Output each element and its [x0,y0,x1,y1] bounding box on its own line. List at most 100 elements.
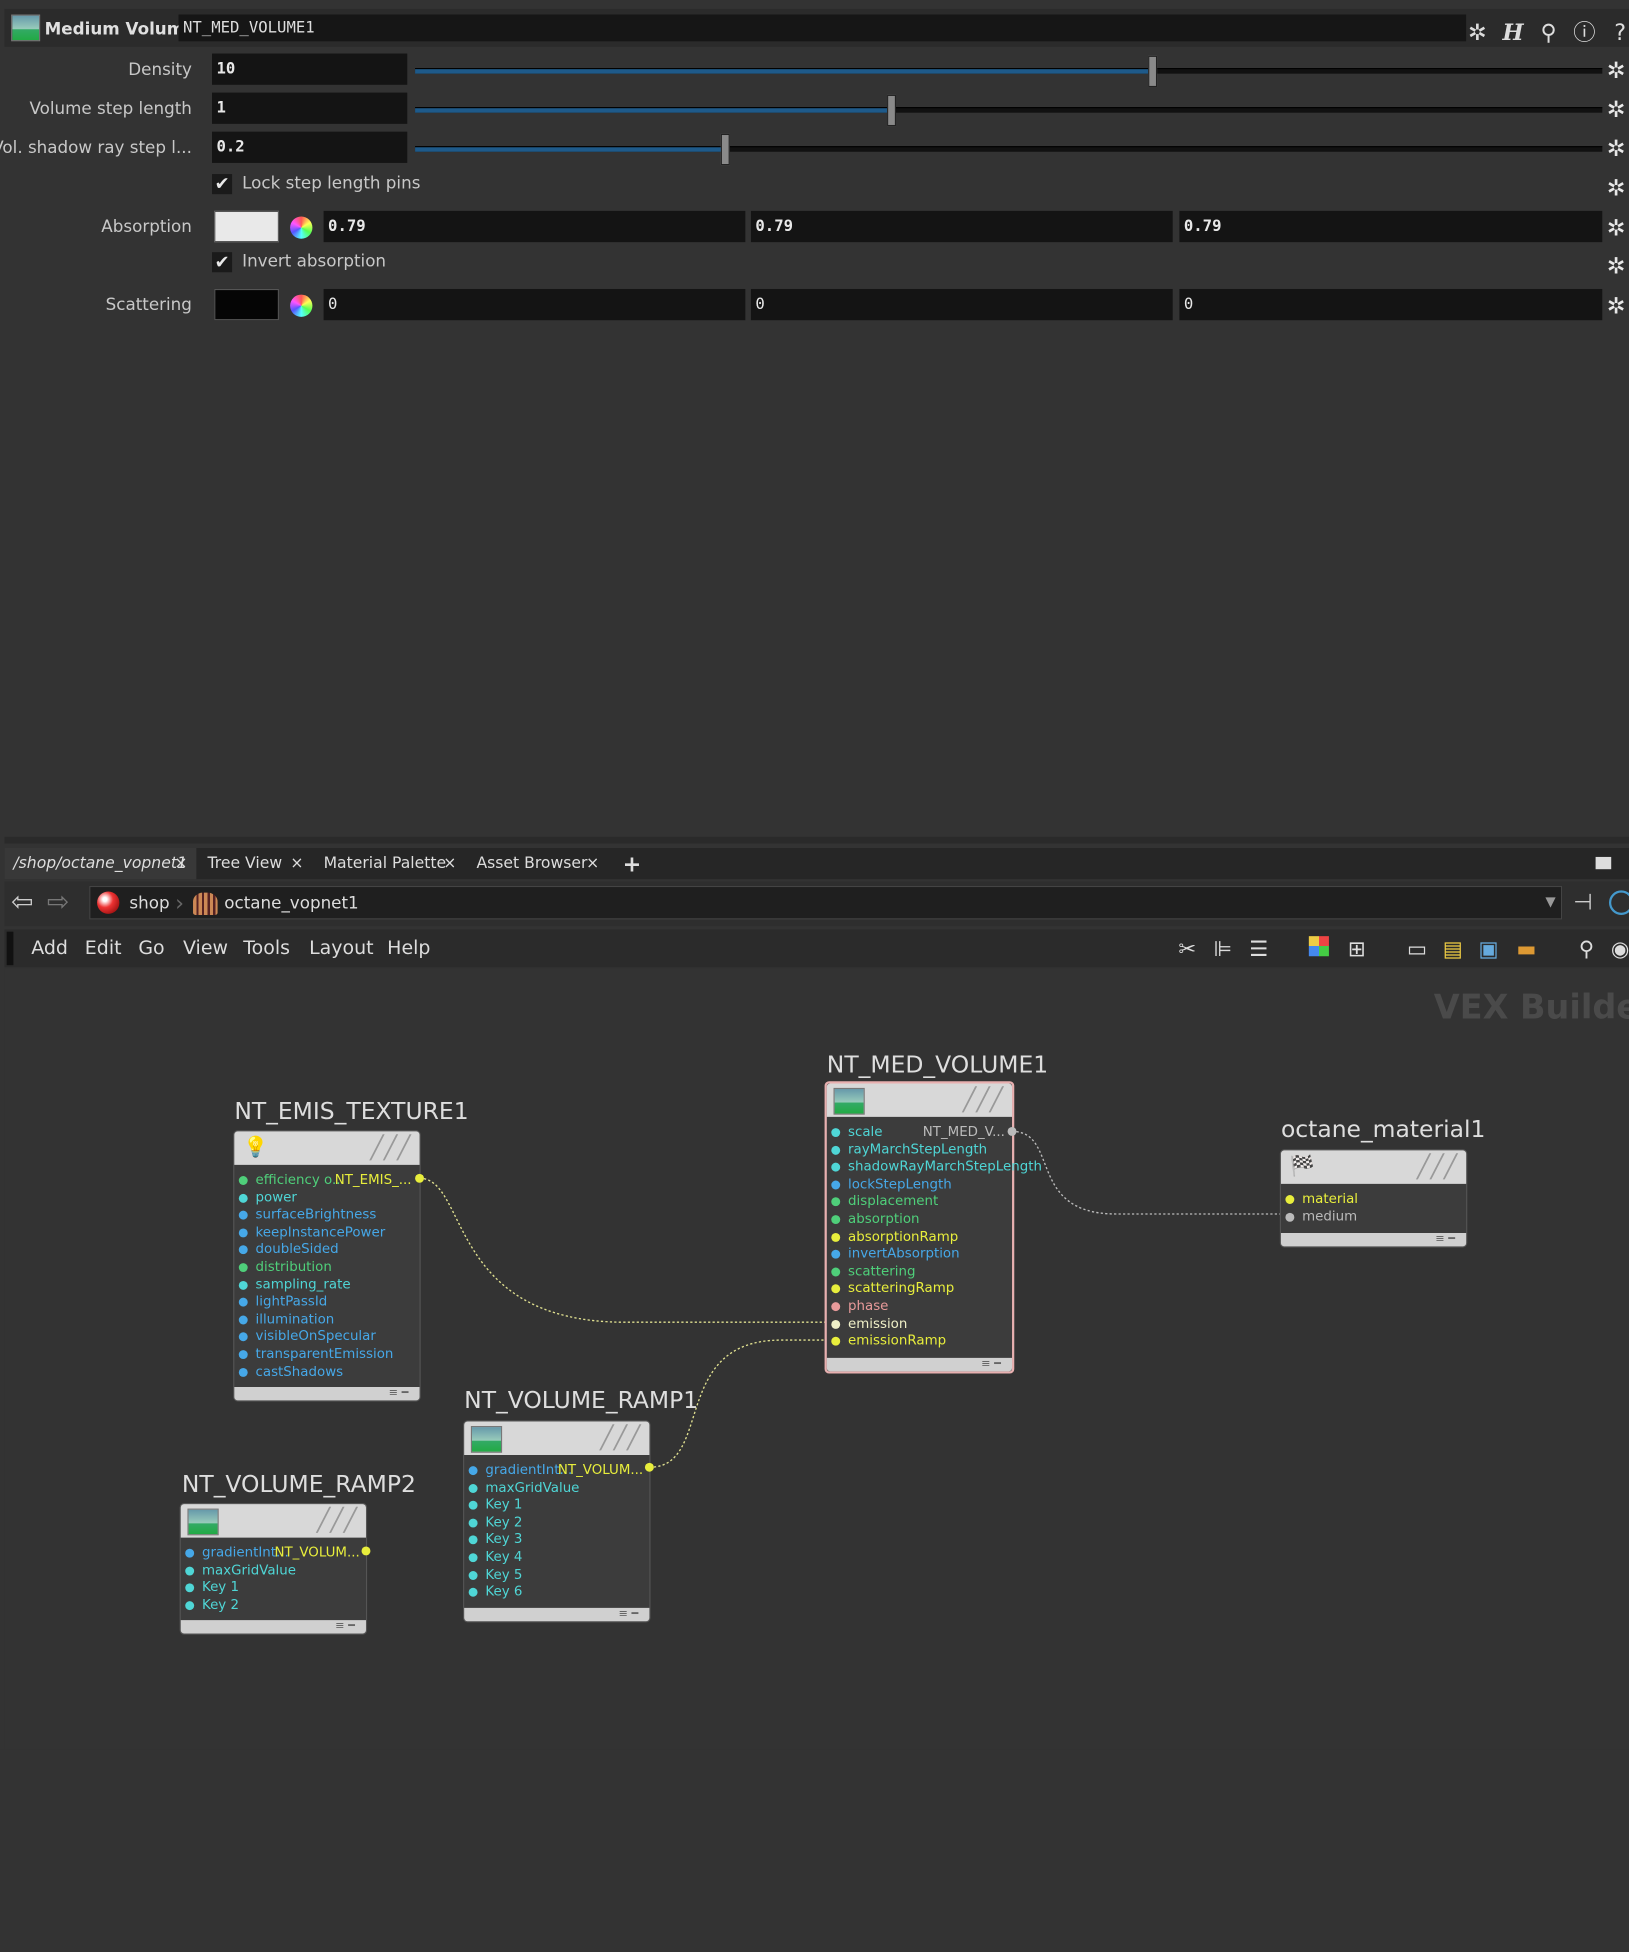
port-dot[interactable] [185,1548,195,1558]
step-length-slider[interactable] [415,94,1603,127]
network-box-icon[interactable]: ▭ [1404,936,1431,963]
output-port[interactable] [1007,1126,1017,1136]
search-icon[interactable]: ⚲ [1573,936,1600,963]
help-icon[interactable]: ? [1607,19,1629,46]
port-dot[interactable] [468,1553,478,1563]
shadow-step-field[interactable]: 0.2 [212,131,408,163]
color-palette-icon[interactable] [1305,936,1332,963]
input-port[interactable]: medium [1285,1208,1357,1225]
port-dot[interactable] [831,1145,841,1155]
port-dot[interactable] [468,1570,478,1580]
menu-add[interactable]: Add [31,937,68,959]
shadow-step-slider[interactable] [415,133,1603,166]
info-icon[interactable]: ⓘ [1571,19,1598,46]
scattering-g-field[interactable]: 0 [750,288,1173,321]
input-port[interactable]: absorption [831,1211,920,1228]
absorption-swatch[interactable] [214,210,279,243]
close-icon[interactable]: × [174,848,187,879]
input-port[interactable]: surfaceBrightness [238,1206,376,1223]
scattering-r-field[interactable]: 0 [323,288,746,321]
port-dot[interactable] [1285,1212,1295,1222]
node-footer[interactable]: ≡ ━ [826,1357,1013,1372]
absorption-b-field[interactable]: 0.79 [1179,210,1603,243]
forward-arrow-icon[interactable]: ⇨ [47,886,69,917]
node-header[interactable]: 🏁 ╱╱╱ [1280,1150,1467,1184]
port-dot[interactable] [238,1332,248,1342]
input-port[interactable]: scatteringRamp [831,1280,954,1297]
input-port[interactable]: distribution [238,1259,332,1276]
back-arrow-icon[interactable]: ⇦ [11,886,33,917]
port-dot[interactable] [468,1466,478,1476]
input-port[interactable]: sampling_rate [238,1276,351,1293]
port-dot[interactable] [238,1367,248,1377]
input-port[interactable]: displacement [831,1193,938,1210]
tree-layout-icon[interactable]: ⊫ [1210,936,1237,963]
port-dot[interactable] [185,1600,195,1610]
menu-help[interactable]: Help [387,937,430,959]
port-dot[interactable] [468,1535,478,1545]
input-port[interactable]: keepInstancePower [238,1224,385,1241]
input-port[interactable]: Key 5 [468,1566,522,1583]
shadow-step-slider-handle[interactable] [720,133,730,166]
node-flags[interactable]: ╱╱╱ [963,1086,1003,1113]
lock-pins-checkbox[interactable]: ✔ [212,174,233,195]
port-dot[interactable] [238,1350,248,1360]
tab-tree-view[interactable]: Tree View × [199,848,313,879]
link-icon[interactable] [1608,890,1629,915]
port-dot[interactable] [1285,1195,1295,1204]
port-dot[interactable] [831,1249,841,1259]
step-length-field[interactable]: 1 [212,92,408,124]
input-port[interactable]: invertAbsorption [831,1245,960,1262]
node-name-field[interactable]: NT_MED_VOLUME1 [178,14,1467,42]
close-icon[interactable]: × [586,848,599,879]
input-port[interactable]: emission [831,1315,907,1332]
input-port[interactable]: absorptionRamp [831,1228,958,1245]
menu-go[interactable]: Go [138,937,164,959]
tab-network[interactable]: /shop/octane_vopnet1 × [4,848,197,880]
port-dot[interactable] [238,1245,248,1255]
node-footer[interactable]: ≡ ━ [1280,1232,1467,1247]
input-port[interactable]: illumination [238,1311,334,1328]
port-dot[interactable] [831,1232,841,1242]
input-port[interactable]: efficiency o... [238,1172,345,1189]
node-med-volume[interactable]: ╱╱╱ scale rayMarchStepLength shadowRayMarc… [824,1081,1042,1374]
invert-absorption-checkbox[interactable]: ✔ [212,252,233,273]
tab-asset-browser[interactable]: Asset Browser × [468,848,609,879]
search-icon[interactable]: ⚲ [1535,19,1562,46]
node-emis-texture[interactable]: 💡 ╱╱╱ efficiency o... power surfaceBrightne… [233,1130,421,1402]
port-dot[interactable] [238,1176,248,1185]
input-port[interactable]: maxGridValue [185,1562,296,1579]
input-port[interactable]: Key 2 [468,1514,522,1531]
node-flags[interactable]: ╱╱╱ [370,1134,410,1161]
breadcrumb-shop[interactable]: shop [129,893,169,913]
node-header[interactable]: 💡 ╱╱╱ [234,1131,420,1165]
menubar-grip[interactable] [6,931,14,966]
port-dot[interactable] [831,1302,841,1312]
input-port[interactable]: Key 2 [185,1596,239,1613]
scattering-b-field[interactable]: 0 [1179,288,1603,321]
port-dot[interactable] [185,1583,195,1593]
input-port[interactable]: Key 4 [468,1549,522,1566]
input-port[interactable]: castShadows [238,1363,343,1380]
chevron-down-icon[interactable]: ▼ [1545,894,1555,910]
node-footer[interactable]: ≡ ━ [464,1607,650,1622]
input-port[interactable]: lightPassId [238,1293,327,1310]
menu-tools[interactable]: Tools [243,937,290,959]
node-volume-ramp1[interactable]: ╱╱╱ gradientInt... maxGridValue Key 1 Key 2… [463,1420,651,1623]
absorption-color-wheel-icon[interactable] [290,216,313,239]
node-footer[interactable]: ≡ ━ [180,1620,366,1634]
port-dot[interactable] [238,1193,248,1203]
port-dot[interactable] [238,1210,248,1220]
port-dot[interactable] [468,1587,478,1597]
absorption-r-field[interactable]: 0.79 [323,210,746,243]
density-slider-handle[interactable] [1147,55,1157,88]
port-dot[interactable] [831,1128,841,1138]
input-port[interactable]: phase [831,1298,888,1315]
port-dot[interactable] [831,1336,841,1346]
menu-layout[interactable]: Layout [309,937,373,959]
node-flags[interactable]: ╱╱╱ [317,1506,357,1533]
node-header[interactable]: ╱╱╱ [180,1504,366,1538]
invert-absorption-gear-icon[interactable]: ✲ [1607,254,1629,276]
absorption-g-field[interactable]: 0.79 [750,210,1173,243]
input-port[interactable]: Key 3 [468,1531,522,1548]
